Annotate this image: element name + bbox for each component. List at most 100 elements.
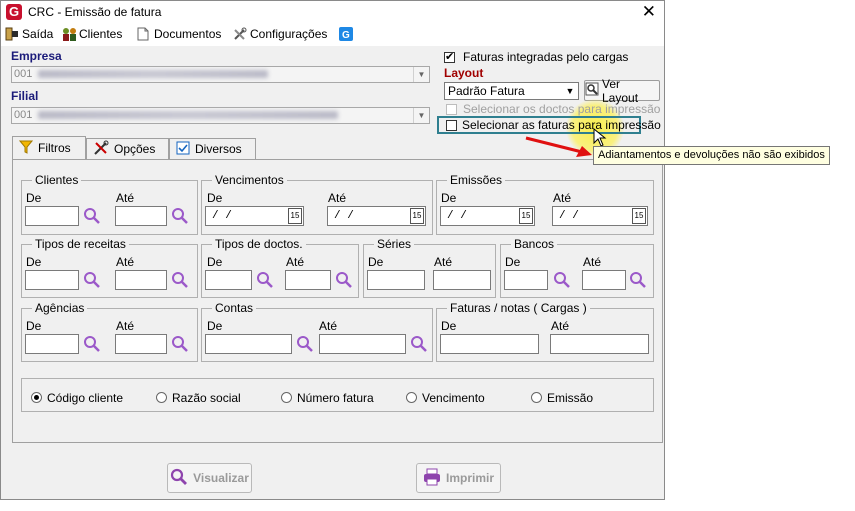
emissoes-title: Emissões <box>447 173 506 187</box>
radio-razao-social-label[interactable]: Razão social <box>172 391 241 405</box>
faturas-notas-de-input[interactable] <box>440 334 539 354</box>
menu-documentos[interactable]: Documentos <box>137 27 221 41</box>
menu-saida[interactable]: Saída <box>5 27 53 41</box>
vencimentos-ate-date[interactable]: / / 15 <box>327 206 426 226</box>
tipos-doctos-ate-input[interactable] <box>285 270 331 290</box>
title-bar: G CRC - Emissão de fatura ✕ <box>1 1 664 24</box>
visualizar-label: Visualizar <box>193 471 249 485</box>
radio-codigo-cliente-label[interactable]: Código cliente <box>47 391 123 405</box>
tab-filtros-label: Filtros <box>38 141 71 155</box>
tipos-receitas-de-input[interactable] <box>25 270 79 290</box>
tools-icon <box>233 27 247 41</box>
tab-opcoes-label: Opções <box>114 142 156 156</box>
funnel-icon <box>18 140 34 157</box>
emissoes-ate-label: Até <box>553 191 572 205</box>
agencias-ate-input[interactable] <box>115 334 167 354</box>
imprimir-button[interactable]: Imprimir <box>416 463 501 493</box>
calendar-icon[interactable]: 15 <box>632 208 646 224</box>
radio-vencimento[interactable] <box>406 392 417 403</box>
radio-numero-fatura-label[interactable]: Número fatura <box>297 391 374 405</box>
visualizar-button[interactable]: Visualizar <box>167 463 252 493</box>
menu-configuracoes[interactable]: Configurações <box>233 27 327 41</box>
radio-razao-social[interactable] <box>156 392 167 403</box>
agencias-ate-label: Até <box>116 319 135 333</box>
tab-filtros[interactable]: Filtros <box>12 136 86 159</box>
vencimentos-title: Vencimentos <box>212 173 287 187</box>
series-title: Séries <box>374 237 415 251</box>
search-icon[interactable] <box>83 207 101 225</box>
menu-app-logo[interactable]: G <box>339 27 353 41</box>
faturas-integradas-checkbox[interactable] <box>444 50 455 63</box>
bancos-title: Bancos <box>511 237 558 251</box>
bancos-de-input[interactable] <box>504 270 548 290</box>
radio-emissao-label[interactable]: Emissão <box>547 391 593 405</box>
clientes-ate-input[interactable] <box>115 206 167 226</box>
close-icon[interactable]: ✕ <box>642 2 656 22</box>
agencias-de-label: De <box>26 319 42 333</box>
menu-clientes[interactable]: Clientes <box>62 27 122 41</box>
contas-de-input[interactable] <box>205 334 292 354</box>
search-icon[interactable] <box>629 271 647 289</box>
calendar-icon[interactable]: 15 <box>288 208 302 224</box>
layout-select[interactable]: Padrão Fatura ▼ <box>444 82 579 100</box>
exit-icon <box>5 27 19 41</box>
search-icon[interactable] <box>256 271 274 289</box>
radio-codigo-cliente[interactable] <box>31 392 42 403</box>
agencias-de-input[interactable] <box>25 334 79 354</box>
window-title: CRC - Emissão de fatura <box>28 5 162 19</box>
search-icon[interactable] <box>296 335 314 353</box>
search-icon[interactable] <box>83 335 101 353</box>
tipos-doctos-de-input[interactable] <box>205 270 252 290</box>
tab-opcoes[interactable]: Opções <box>86 138 169 159</box>
series-ate-input[interactable] <box>433 270 491 290</box>
checkbox-icon <box>176 141 190 158</box>
chevron-down-icon[interactable]: ▼ <box>562 83 578 99</box>
faturas-notas-de-label: De <box>441 319 457 333</box>
search-icon[interactable] <box>335 271 353 289</box>
series-de-input[interactable] <box>367 270 425 290</box>
menu-saida-label: Saída <box>22 27 54 41</box>
filial-select[interactable]: 001 ▼ <box>11 107 430 124</box>
red-arrow-annotation <box>525 136 592 157</box>
app-logo-icon: G <box>6 4 22 20</box>
radio-numero-fatura[interactable] <box>281 392 292 403</box>
calendar-icon[interactable]: 15 <box>519 208 533 224</box>
calendar-icon[interactable]: 15 <box>410 208 424 224</box>
chevron-down-icon[interactable]: ▼ <box>413 67 429 82</box>
faturas-notas-ate-input[interactable] <box>550 334 649 354</box>
bancos-ate-input[interactable] <box>582 270 626 290</box>
search-icon[interactable] <box>83 271 101 289</box>
clientes-de-input[interactable] <box>25 206 79 226</box>
tipos-receitas-ate-label: Até <box>116 255 135 269</box>
emissoes-de-label: De <box>441 191 457 205</box>
selecionar-faturas-label[interactable]: Selecionar as faturas para impressão <box>462 118 661 132</box>
radio-vencimento-label[interactable]: Vencimento <box>422 391 485 405</box>
faturas-notas-title: Faturas / notas ( Cargas ) <box>447 301 590 315</box>
series-de-label: De <box>368 255 384 269</box>
date-value: / / <box>334 210 354 222</box>
selecionar-faturas-checkbox[interactable] <box>446 120 457 131</box>
search-icon[interactable] <box>171 207 189 225</box>
contas-ate-input[interactable] <box>319 334 406 354</box>
printer-icon <box>423 468 441 489</box>
search-icon[interactable] <box>171 271 189 289</box>
document-icon <box>137 27 151 41</box>
chevron-down-icon[interactable]: ▼ <box>413 108 429 123</box>
tooltip: Adiantamentos e devoluções não são exibi… <box>593 146 830 165</box>
vencimentos-de-date[interactable]: / / 15 <box>205 206 304 226</box>
empresa-select[interactable]: 001 ▼ <box>11 66 430 83</box>
tab-diversos[interactable]: Diversos <box>169 138 256 159</box>
search-icon[interactable] <box>410 335 428 353</box>
radio-emissao[interactable] <box>531 392 542 403</box>
emissoes-de-date[interactable]: / / 15 <box>440 206 535 226</box>
search-icon[interactable] <box>171 335 189 353</box>
tipos-receitas-title: Tipos de receitas <box>32 237 129 251</box>
ver-layout-button[interactable]: Ver Layout <box>584 77 660 105</box>
faturas-notas-ate-label: Até <box>551 319 570 333</box>
tipos-receitas-ate-input[interactable] <box>115 270 167 290</box>
contas-title: Contas <box>212 301 257 315</box>
search-icon[interactable] <box>553 271 571 289</box>
tipos-doctos-title: Tipos de doctos. <box>212 237 306 251</box>
tipos-doctos-de-label: De <box>207 255 223 269</box>
emissoes-ate-date[interactable]: / / 15 <box>552 206 648 226</box>
